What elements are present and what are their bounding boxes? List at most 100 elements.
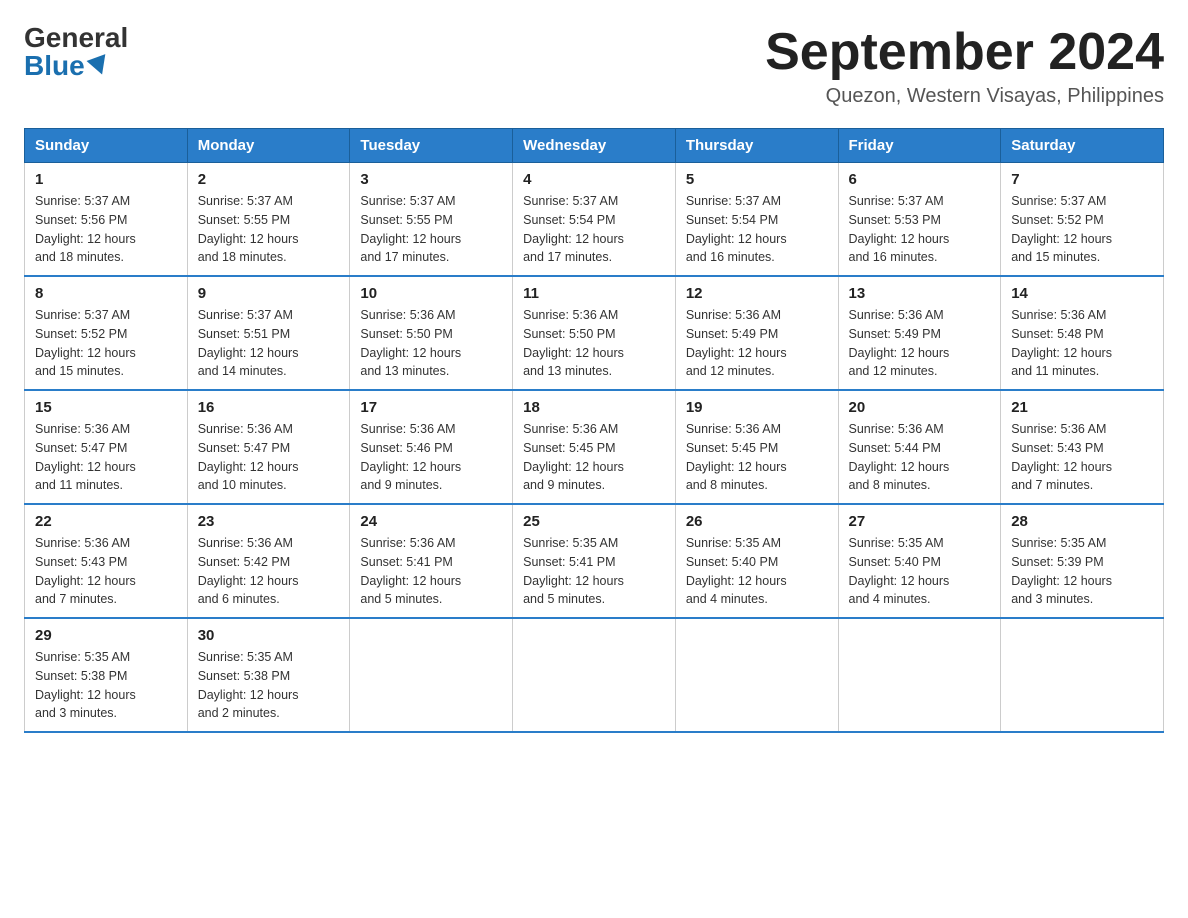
day-info: Sunrise: 5:35 AMSunset: 5:41 PMDaylight:… [523,534,665,609]
calendar-cell: 21 Sunrise: 5:36 AMSunset: 5:43 PMDaylig… [1001,390,1164,504]
calendar-header-wednesday: Wednesday [513,129,676,163]
day-number: 17 [360,399,502,416]
day-info: Sunrise: 5:37 AMSunset: 5:53 PMDaylight:… [849,192,991,267]
calendar-week-row: 29 Sunrise: 5:35 AMSunset: 5:38 PMDaylig… [25,618,1164,732]
day-info: Sunrise: 5:36 AMSunset: 5:44 PMDaylight:… [849,420,991,495]
calendar-header-tuesday: Tuesday [350,129,513,163]
day-number: 21 [1011,399,1153,416]
day-info: Sunrise: 5:37 AMSunset: 5:54 PMDaylight:… [523,192,665,267]
day-info: Sunrise: 5:36 AMSunset: 5:49 PMDaylight:… [849,306,991,381]
day-info: Sunrise: 5:36 AMSunset: 5:50 PMDaylight:… [360,306,502,381]
calendar-header-monday: Monday [187,129,350,163]
day-number: 19 [686,399,828,416]
calendar-week-row: 22 Sunrise: 5:36 AMSunset: 5:43 PMDaylig… [25,504,1164,618]
day-info: Sunrise: 5:36 AMSunset: 5:41 PMDaylight:… [360,534,502,609]
calendar-cell: 25 Sunrise: 5:35 AMSunset: 5:41 PMDaylig… [513,504,676,618]
page-header: General Blue September 2024 Quezon, West… [24,24,1164,108]
calendar-cell: 18 Sunrise: 5:36 AMSunset: 5:45 PMDaylig… [513,390,676,504]
day-number: 6 [849,171,991,188]
calendar-cell: 14 Sunrise: 5:36 AMSunset: 5:48 PMDaylig… [1001,276,1164,390]
title-block: September 2024 Quezon, Western Visayas, … [765,24,1164,108]
calendar-cell: 10 Sunrise: 5:36 AMSunset: 5:50 PMDaylig… [350,276,513,390]
day-info: Sunrise: 5:37 AMSunset: 5:52 PMDaylight:… [1011,192,1153,267]
calendar-cell [513,618,676,732]
day-info: Sunrise: 5:36 AMSunset: 5:49 PMDaylight:… [686,306,828,381]
calendar-cell [1001,618,1164,732]
day-number: 25 [523,513,665,530]
day-number: 7 [1011,171,1153,188]
day-info: Sunrise: 5:35 AMSunset: 5:40 PMDaylight:… [686,534,828,609]
day-info: Sunrise: 5:37 AMSunset: 5:52 PMDaylight:… [35,306,177,381]
day-number: 23 [198,513,340,530]
day-info: Sunrise: 5:35 AMSunset: 5:40 PMDaylight:… [849,534,991,609]
calendar-header-friday: Friday [838,129,1001,163]
calendar-week-row: 15 Sunrise: 5:36 AMSunset: 5:47 PMDaylig… [25,390,1164,504]
day-info: Sunrise: 5:36 AMSunset: 5:48 PMDaylight:… [1011,306,1153,381]
day-number: 4 [523,171,665,188]
month-title: September 2024 [765,24,1164,81]
day-info: Sunrise: 5:36 AMSunset: 5:43 PMDaylight:… [1011,420,1153,495]
calendar-cell: 8 Sunrise: 5:37 AMSunset: 5:52 PMDayligh… [25,276,188,390]
day-number: 12 [686,285,828,302]
calendar-cell: 29 Sunrise: 5:35 AMSunset: 5:38 PMDaylig… [25,618,188,732]
day-number: 30 [198,627,340,644]
day-number: 8 [35,285,177,302]
day-info: Sunrise: 5:35 AMSunset: 5:38 PMDaylight:… [198,648,340,723]
day-info: Sunrise: 5:36 AMSunset: 5:45 PMDaylight:… [523,420,665,495]
calendar-cell: 23 Sunrise: 5:36 AMSunset: 5:42 PMDaylig… [187,504,350,618]
day-info: Sunrise: 5:37 AMSunset: 5:51 PMDaylight:… [198,306,340,381]
day-number: 2 [198,171,340,188]
day-info: Sunrise: 5:36 AMSunset: 5:46 PMDaylight:… [360,420,502,495]
day-number: 29 [35,627,177,644]
day-number: 13 [849,285,991,302]
calendar-cell [675,618,838,732]
day-info: Sunrise: 5:36 AMSunset: 5:50 PMDaylight:… [523,306,665,381]
calendar-cell: 5 Sunrise: 5:37 AMSunset: 5:54 PMDayligh… [675,163,838,277]
calendar-cell: 3 Sunrise: 5:37 AMSunset: 5:55 PMDayligh… [350,163,513,277]
logo-triangle-icon [86,54,111,78]
day-number: 16 [198,399,340,416]
calendar-cell: 20 Sunrise: 5:36 AMSunset: 5:44 PMDaylig… [838,390,1001,504]
day-info: Sunrise: 5:37 AMSunset: 5:55 PMDaylight:… [198,192,340,267]
calendar-week-row: 1 Sunrise: 5:37 AMSunset: 5:56 PMDayligh… [25,163,1164,277]
location-title: Quezon, Western Visayas, Philippines [765,85,1164,108]
calendar-cell: 22 Sunrise: 5:36 AMSunset: 5:43 PMDaylig… [25,504,188,618]
calendar-header-sunday: Sunday [25,129,188,163]
calendar-cell: 13 Sunrise: 5:36 AMSunset: 5:49 PMDaylig… [838,276,1001,390]
calendar-cell: 28 Sunrise: 5:35 AMSunset: 5:39 PMDaylig… [1001,504,1164,618]
day-info: Sunrise: 5:37 AMSunset: 5:56 PMDaylight:… [35,192,177,267]
calendar-header-saturday: Saturday [1001,129,1164,163]
calendar-cell [350,618,513,732]
day-number: 24 [360,513,502,530]
calendar-cell: 15 Sunrise: 5:36 AMSunset: 5:47 PMDaylig… [25,390,188,504]
day-number: 1 [35,171,177,188]
day-number: 14 [1011,285,1153,302]
day-number: 20 [849,399,991,416]
calendar-cell: 16 Sunrise: 5:36 AMSunset: 5:47 PMDaylig… [187,390,350,504]
day-info: Sunrise: 5:35 AMSunset: 5:38 PMDaylight:… [35,648,177,723]
day-info: Sunrise: 5:36 AMSunset: 5:47 PMDaylight:… [35,420,177,495]
day-info: Sunrise: 5:35 AMSunset: 5:39 PMDaylight:… [1011,534,1153,609]
day-number: 15 [35,399,177,416]
calendar-cell: 11 Sunrise: 5:36 AMSunset: 5:50 PMDaylig… [513,276,676,390]
calendar-cell: 26 Sunrise: 5:35 AMSunset: 5:40 PMDaylig… [675,504,838,618]
logo-general-text: General [24,24,128,52]
calendar-cell [838,618,1001,732]
day-number: 27 [849,513,991,530]
calendar-week-row: 8 Sunrise: 5:37 AMSunset: 5:52 PMDayligh… [25,276,1164,390]
day-number: 10 [360,285,502,302]
calendar-cell: 1 Sunrise: 5:37 AMSunset: 5:56 PMDayligh… [25,163,188,277]
day-info: Sunrise: 5:36 AMSunset: 5:47 PMDaylight:… [198,420,340,495]
calendar-cell: 17 Sunrise: 5:36 AMSunset: 5:46 PMDaylig… [350,390,513,504]
calendar-cell: 24 Sunrise: 5:36 AMSunset: 5:41 PMDaylig… [350,504,513,618]
day-number: 28 [1011,513,1153,530]
calendar-header-row: SundayMondayTuesdayWednesdayThursdayFrid… [25,129,1164,163]
calendar-table: SundayMondayTuesdayWednesdayThursdayFrid… [24,128,1164,733]
day-number: 22 [35,513,177,530]
calendar-cell: 2 Sunrise: 5:37 AMSunset: 5:55 PMDayligh… [187,163,350,277]
calendar-cell: 30 Sunrise: 5:35 AMSunset: 5:38 PMDaylig… [187,618,350,732]
calendar-cell: 19 Sunrise: 5:36 AMSunset: 5:45 PMDaylig… [675,390,838,504]
day-info: Sunrise: 5:37 AMSunset: 5:54 PMDaylight:… [686,192,828,267]
day-number: 11 [523,285,665,302]
day-number: 9 [198,285,340,302]
